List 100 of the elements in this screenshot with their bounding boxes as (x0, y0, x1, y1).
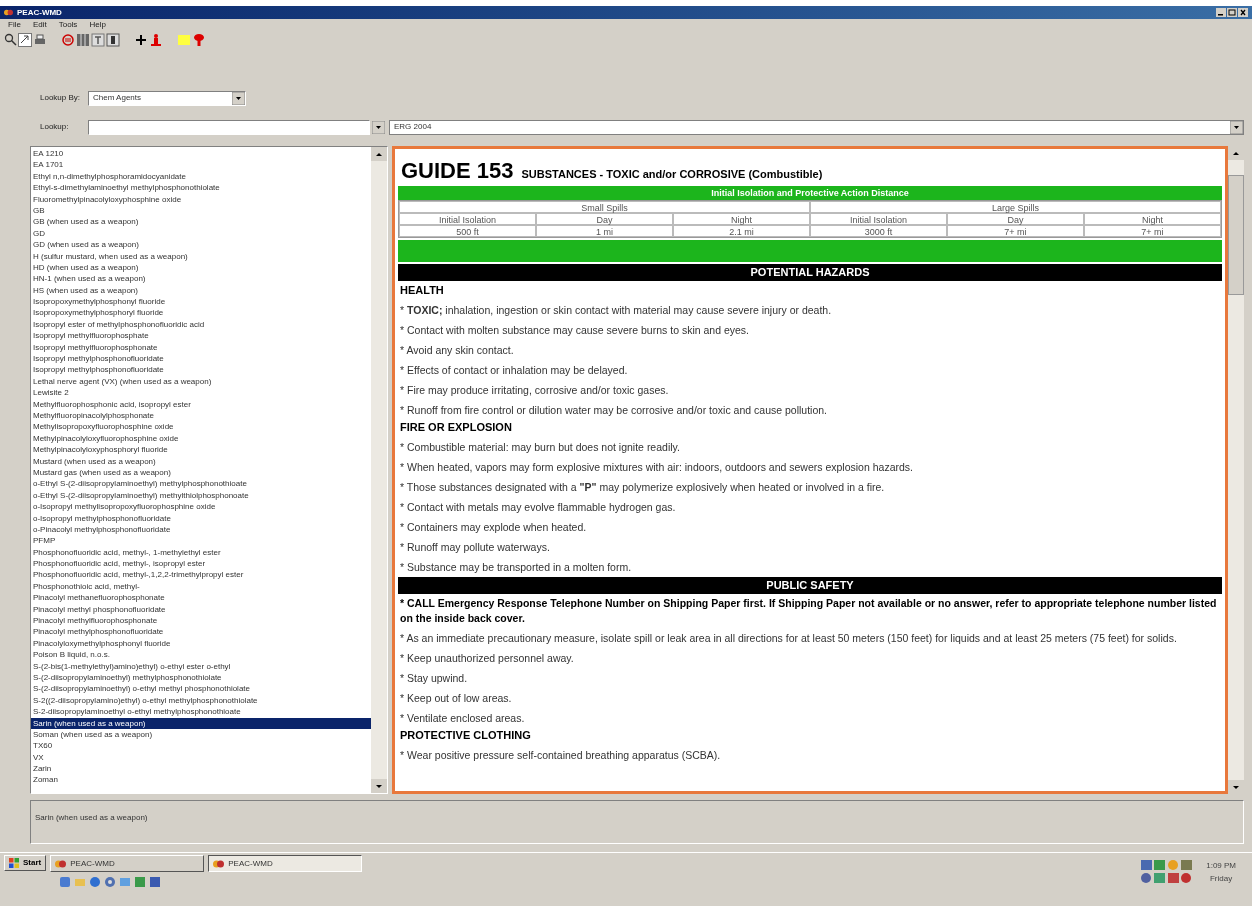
browser-icon[interactable] (89, 876, 101, 888)
list-item[interactable]: o-Pinacolyl methylphosphonofluoridate (31, 523, 371, 536)
list-item[interactable]: Isopropyl ester of methylphosphonofluoridic acid (31, 318, 371, 331)
list-item[interactable]: Zarin (31, 763, 371, 775)
grid-icon[interactable] (76, 32, 90, 47)
list-item[interactable]: GB (when used as a weapon) (31, 216, 371, 228)
list-item[interactable]: S-(2-diisopropylaminoethyl) methylphosphonothiolate (31, 671, 371, 684)
list-item[interactable]: Fluoromethylpinacolyloxyphosphine oxide (31, 193, 371, 205)
list-item[interactable]: EA 1210 (31, 148, 371, 160)
list-item[interactable]: Pinacolyl methylphosphonofluoridate (31, 626, 371, 638)
scroll-up-icon[interactable] (371, 147, 387, 161)
dropdown-arrow-icon[interactable] (1230, 120, 1243, 134)
list-item[interactable]: Soman (when used as a weapon) (31, 728, 371, 741)
menu-item[interactable]: Help (89, 21, 106, 29)
taskbar-button[interactable]: PEAC-WMD (50, 855, 205, 872)
menu-item[interactable]: Edit (32, 21, 47, 29)
dropdown-arrow-icon[interactable] (232, 91, 245, 105)
list-item[interactable]: o-Isopropyl methylphosphonofluoridate (31, 512, 371, 524)
desktop-icon[interactable] (59, 876, 71, 888)
table-cell: 7+ mi (947, 225, 1084, 237)
list-item[interactable]: H (sulfur mustard, when used as a weapon) (31, 250, 371, 262)
list-item[interactable]: Isopropyl methylphosphonofluoridate (31, 353, 371, 365)
plus-icon[interactable] (134, 32, 148, 47)
app-icon (4, 8, 13, 17)
list-item[interactable]: Isopropyl methylphosphonofluoridate (31, 364, 371, 376)
list-item[interactable]: Phosphonofluoridic acid, methyl-, isopropyl ester (31, 558, 371, 570)
start-button[interactable]: Start (4, 855, 47, 871)
scroll-down-icon[interactable] (371, 779, 387, 793)
list-item[interactable]: Isopropoxymethylphosphonyl fluoride (31, 296, 371, 308)
list-item[interactable]: HN-1 (when used as a weapon) (31, 273, 371, 285)
list-item[interactable]: S-(2-diisopropylaminoethyl) o-ethyl methyl phosphonothiolate (31, 683, 371, 695)
list-item[interactable]: Lethal nerve agent (VX) (when used as a weapon) (31, 375, 371, 388)
list-item[interactable]: Pinacolyl methanefluorophosphonate (31, 592, 371, 604)
list-item[interactable]: HD (when used as a weapon) (31, 261, 371, 274)
list-item[interactable]: Methylpinacolyloxyphosphoryl fluoride (31, 444, 371, 456)
list-item[interactable]: Methylfluorophosphonic acid, isopropyl ester (31, 398, 371, 410)
menu-item[interactable]: Tools (58, 21, 78, 29)
list-item[interactable]: Phosphonofluoridic acid, methyl-, 1-methylethyl ester (31, 546, 371, 559)
maximize-icon[interactable] (1227, 8, 1237, 17)
list-item[interactable]: S-2((2-diisopropylamino)ethyl) o-ethyl methylphosphonothiolate (31, 694, 371, 707)
search-icon[interactable] (4, 33, 17, 46)
list-item[interactable]: Isopropyl methylfluorophosphate (31, 330, 371, 342)
list-item[interactable]: Ethyl-s-dimethylaminoethyl methylphosphonothiolate (31, 182, 371, 194)
app-icon (55, 858, 67, 869)
clock-time: 1:09 PM (1206, 860, 1236, 872)
scrollbar[interactable] (371, 147, 387, 793)
list-item[interactable]: Pinacolyloxymethylphosphonyl fluoride (31, 637, 371, 650)
hazard-text: * Avoid any skin contact. (399, 343, 515, 358)
list-item[interactable]: o-Isopropyl methylisopropoxyfluorophosphine oxide (31, 501, 371, 513)
list-item[interactable]: Methylisopropoxyfluorophosphine oxide (31, 421, 371, 433)
list-item[interactable]: Sarin (when used as a weapon) (31, 717, 371, 729)
table-heading: Initial Isolation and Protective Action Distance (398, 186, 1222, 200)
hazard-text: * Keep out of low areas. (399, 691, 513, 706)
list-item[interactable]: Methylfluoropinacolylphosphonate (31, 410, 371, 422)
hazard-text: *TOXIC; inhalation, ingestion or skin contact with material may cause severe injury or death. (399, 303, 833, 318)
list-item[interactable]: Mustard (when used as a weapon) (31, 455, 371, 467)
list-item[interactable]: Methylpinacolyloxyfluorophosphine oxide (31, 432, 371, 445)
list-item[interactable]: S-2-diisopropylaminoethyl o-ethyl methylphosphonothioate (31, 706, 371, 718)
list-item[interactable]: TX60 (31, 740, 371, 752)
list-item[interactable]: EA 1701 (31, 159, 371, 171)
zoom-icon[interactable] (18, 32, 32, 47)
list-item[interactable]: Poison B liquid, n.o.s. (31, 649, 371, 661)
hazard-text: * When heated, vapors may form explosive mixtures with air: indoors, outdoors and sewers explosion hazards. (399, 460, 914, 475)
columns-icon[interactable] (106, 32, 120, 47)
scroll-thumb[interactable] (1228, 175, 1244, 295)
list-item[interactable]: Isopropoxymethylphosphoryl fluoride (31, 307, 371, 319)
minimize-icon[interactable] (1216, 8, 1226, 17)
spreadsheet-icon[interactable] (134, 876, 146, 888)
list-item[interactable]: GB (31, 204, 371, 217)
list-item[interactable]: o-Ethyl S-(2-diisopropylaminoethyl) methylthiolphosphonoate (31, 489, 371, 502)
list-item[interactable]: HS (when used as a weapon) (31, 284, 371, 297)
list-item[interactable]: Phosphonothioic acid, methyl- (31, 580, 371, 593)
list-item[interactable]: GD (when used as a weapon) (31, 239, 371, 251)
media-icon[interactable] (104, 876, 116, 888)
printer-icon[interactable] (33, 32, 47, 47)
close-icon[interactable] (1238, 8, 1248, 17)
list-item[interactable]: o-Ethyl S-(2-diisopropylaminoethyl) methylphosphonothioate (31, 478, 371, 490)
list-item[interactable]: VX (31, 751, 371, 764)
document-icon[interactable] (149, 876, 161, 888)
list-item[interactable]: Pinacolyl methyl phosphonofluoridate (31, 603, 371, 615)
dropdown-arrow-icon[interactable] (372, 120, 385, 134)
list-item[interactable]: Ethyl n,n-dimethylphosphoramidocyanidate (31, 170, 371, 183)
sort-icon[interactable] (61, 32, 75, 47)
mushroom-cloud-icon[interactable] (192, 32, 206, 47)
list-item[interactable]: Phosphonofluoridic acid, methyl-,1,2,2-trimethylpropyl ester (31, 569, 371, 581)
lookup-field[interactable] (88, 119, 370, 135)
list-item[interactable]: Mustard gas (when used as a weapon) (31, 466, 371, 479)
list-item[interactable]: Zoman (31, 774, 371, 786)
taskbar-button[interactable]: PEAC-WMD (208, 855, 363, 872)
list-item[interactable]: PFMP (31, 535, 371, 547)
list-item[interactable]: Lewisite 2 (31, 387, 371, 399)
list-item[interactable]: Isopropyl methylfluorophosphonate (31, 341, 371, 354)
list-item[interactable]: Pinacolyl methylfluorophosphonate (31, 615, 371, 627)
menu-item[interactable]: File (8, 21, 21, 29)
lookup-by-dropdown[interactable]: Chem Agents (88, 90, 246, 106)
list-item[interactable]: GD (31, 227, 371, 240)
list-item[interactable]: S-(2-bis(1-methylethyl)amino)ethyl) o-ethyl ester o-ethyl (31, 660, 371, 672)
source-dropdown[interactable]: ERG 2004 (389, 119, 1244, 135)
table-cell: Large Spills (810, 201, 1221, 213)
hazard-text: * Those substances designated with a "P" may polymerize explosively when heated or involved in a fire. (399, 480, 886, 495)
